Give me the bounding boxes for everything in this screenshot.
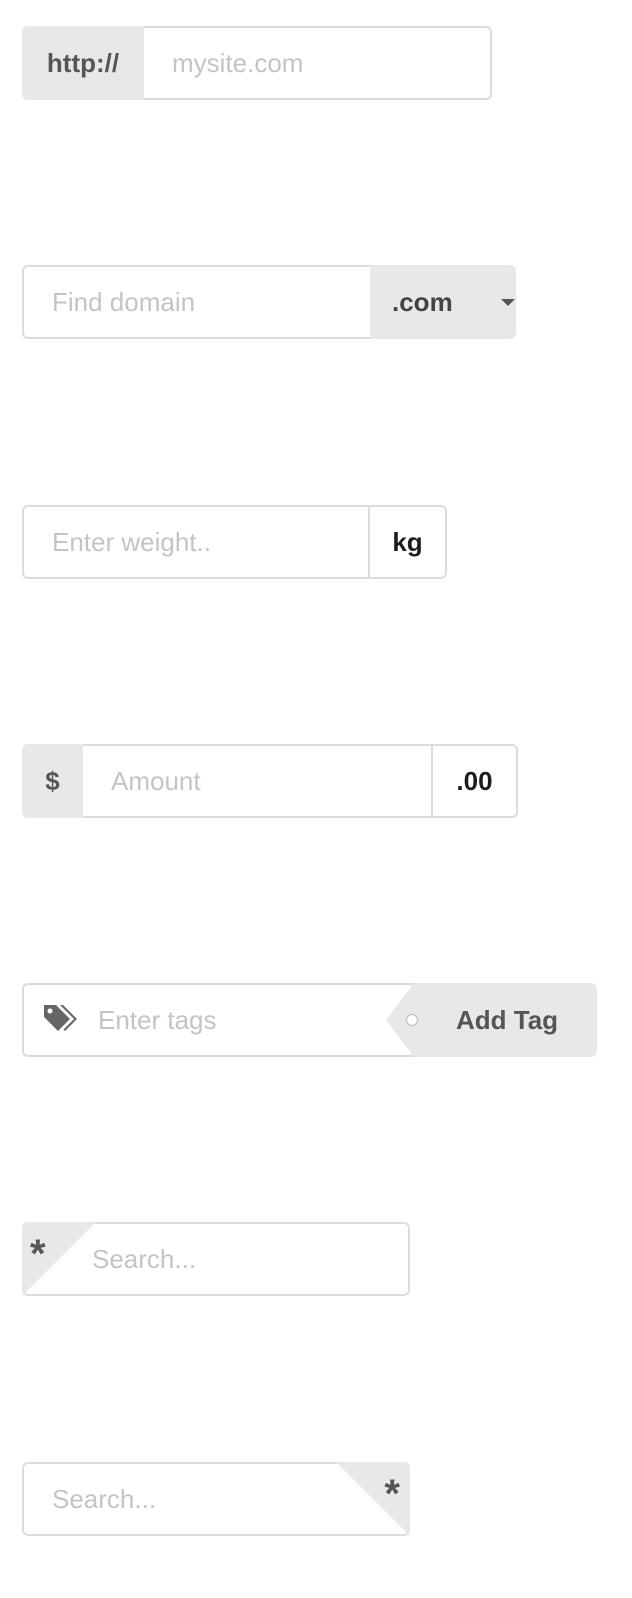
asterisk-icon: * bbox=[384, 1472, 400, 1516]
weight-unit-label: kg bbox=[370, 505, 447, 579]
search-input-right-corner[interactable] bbox=[22, 1462, 410, 1536]
weight-input[interactable] bbox=[22, 505, 370, 579]
tags-input-group: Add Tag bbox=[22, 983, 597, 1057]
search-input-left-corner[interactable] bbox=[22, 1222, 410, 1296]
url-input-group: http:// bbox=[22, 26, 492, 100]
search-left-corner-group: * bbox=[22, 1222, 410, 1296]
asterisk-icon: * bbox=[30, 1232, 46, 1276]
tag-hole-icon bbox=[406, 1014, 418, 1026]
tld-dropdown-value: .com bbox=[392, 286, 453, 317]
domain-input-group: .com bbox=[22, 265, 516, 339]
amount-input-group: $ .00 bbox=[22, 744, 518, 818]
url-input[interactable] bbox=[144, 26, 492, 100]
add-tag-button-label: Add Tag bbox=[456, 1004, 559, 1035]
search-right-corner-group: * bbox=[22, 1462, 410, 1536]
http-prefix-label: http:// bbox=[22, 26, 144, 100]
weight-input-group: kg bbox=[22, 505, 447, 579]
tags-icon bbox=[44, 1005, 77, 1031]
tld-dropdown[interactable]: .com bbox=[370, 265, 516, 339]
tags-input[interactable] bbox=[22, 983, 414, 1057]
cents-suffix-label: .00 bbox=[431, 744, 518, 818]
dropdown-caret-icon bbox=[500, 298, 515, 306]
domain-input[interactable] bbox=[22, 265, 370, 339]
currency-prefix-label: $ bbox=[22, 744, 83, 818]
add-tag-button[interactable]: Add Tag bbox=[386, 983, 597, 1057]
amount-input[interactable] bbox=[83, 744, 431, 818]
